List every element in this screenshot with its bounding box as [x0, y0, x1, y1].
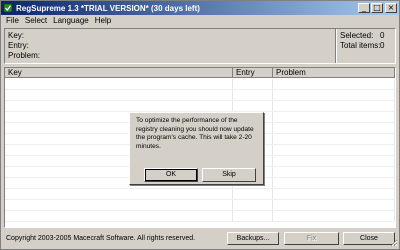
window-title: RegSupreme 1.3 *TRIAL VERSION* (30 days … [16, 3, 200, 13]
empty-cell [273, 200, 395, 210]
problem-label: Problem: [8, 51, 41, 60]
empty-cell [273, 211, 395, 221]
empty-row [5, 101, 395, 112]
menu-select[interactable]: Select [22, 16, 50, 25]
empty-row [5, 90, 395, 101]
entry-label: Entry: [8, 41, 29, 50]
empty-cell [273, 134, 395, 144]
empty-cell [233, 189, 273, 199]
empty-cell [273, 101, 395, 111]
backups-button[interactable]: Backups... [227, 232, 279, 245]
selected-label: Selected: [340, 31, 374, 40]
empty-cell [273, 79, 395, 89]
dialog-message: To optimize the performance of the regis… [136, 117, 254, 150]
empty-cell [273, 90, 395, 100]
close-icon: × [387, 3, 395, 12]
empty-cell [5, 200, 233, 210]
menu-file[interactable]: File [1, 16, 22, 25]
empty-cell [5, 79, 233, 89]
item-details: Key: Entry: Problem: [8, 31, 40, 61]
empty-cell [233, 101, 273, 111]
key-label: Key: [8, 31, 25, 40]
empty-cell [233, 90, 273, 100]
empty-cell [5, 101, 233, 111]
total-items-label: Total items: [340, 41, 381, 50]
empty-cell [273, 189, 395, 199]
item-counts: Selected: 0 Total items: 0 [340, 31, 384, 51]
close-button[interactable]: Close [343, 232, 395, 245]
title-bar[interactable]: RegSupreme 1.3 *TRIAL VERSION* (30 days … [1, 1, 399, 15]
list-header: Key Entry Problem [5, 68, 395, 78]
empty-cell [233, 211, 273, 221]
update-cache-dialog: To optimize the performance of the regis… [129, 112, 264, 185]
window-controls: _ □ × [357, 3, 397, 13]
minimize-icon: _ [362, 3, 366, 12]
status-footer: Copyright 2003-2005 Macecraft Software. … [1, 230, 399, 248]
empty-row [5, 211, 395, 222]
regsupreme-app-icon [3, 3, 13, 13]
empty-row [5, 189, 395, 200]
close-window-button[interactable]: × [385, 3, 397, 13]
empty-row [5, 200, 395, 211]
empty-cell [5, 189, 233, 199]
copyright-text: Copyright 2003-2005 Macecraft Software. … [6, 235, 196, 242]
column-header-entry[interactable]: Entry [233, 68, 273, 78]
empty-cell [5, 90, 233, 100]
column-header-problem[interactable]: Problem [273, 68, 395, 78]
empty-cell [273, 156, 395, 166]
app-window: RegSupreme 1.3 *TRIAL VERSION* (30 days … [0, 0, 400, 250]
selected-count: 0 [380, 31, 385, 40]
skip-button[interactable]: Skip [202, 168, 256, 182]
info-divider [335, 29, 337, 63]
menu-bar: File Select Language Help [1, 15, 399, 26]
menu-language[interactable]: Language [50, 16, 92, 25]
menu-help[interactable]: Help [92, 16, 114, 25]
selection-info-panel: Key: Entry: Problem: Selected: 0 Total it… [4, 28, 396, 64]
empty-cell [5, 211, 233, 221]
empty-cell [273, 145, 395, 155]
empty-row [5, 79, 395, 90]
total-items-count: 0 [380, 41, 385, 50]
ok-button[interactable]: OK [144, 168, 198, 182]
maximize-button[interactable]: □ [371, 3, 383, 13]
minimize-button[interactable]: _ [358, 3, 370, 13]
empty-cell [233, 200, 273, 210]
empty-cell [273, 123, 395, 133]
resize-grip-icon[interactable] [390, 239, 398, 247]
empty-cell [233, 79, 273, 89]
empty-cell [273, 167, 395, 177]
empty-cell [273, 178, 395, 188]
fix-button: Fix [284, 232, 339, 245]
maximize-icon: □ [373, 3, 381, 12]
column-header-key[interactable]: Key [5, 68, 233, 78]
empty-cell [273, 112, 395, 122]
